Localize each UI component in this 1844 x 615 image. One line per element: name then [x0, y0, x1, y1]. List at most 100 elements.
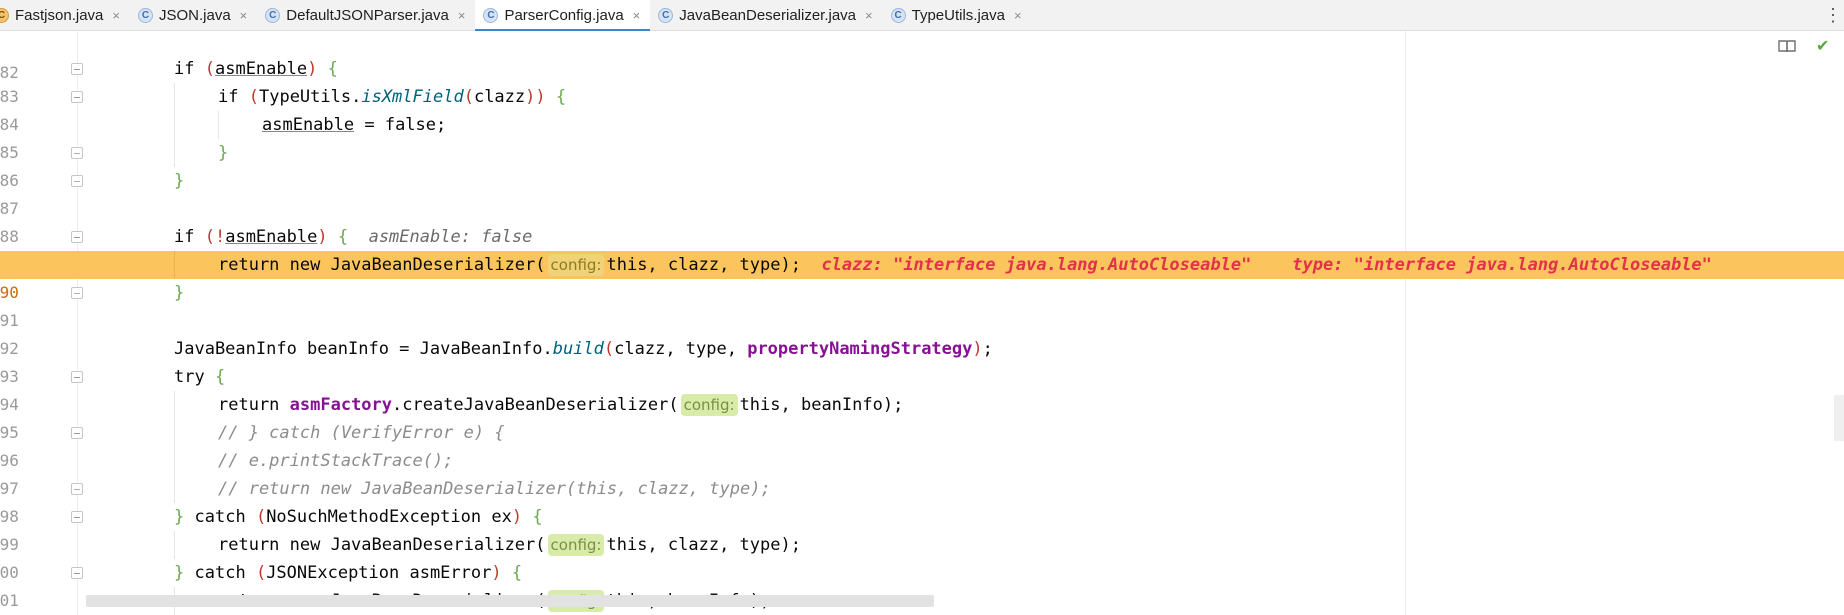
fold-end-icon[interactable] [71, 175, 83, 187]
code-line[interactable]: 001 } catch (JSONException asmError) { [0, 559, 1844, 610]
editor-tab-bar: C Fastjson.java × C JSON.java × C Defaul… [0, 0, 1844, 32]
code-line[interactable]: 994 try { [0, 363, 1844, 414]
code-text: } catch (JSONException asmError) { [174, 563, 523, 583]
keyword: if [218, 87, 239, 107]
variable: asmEnable [262, 115, 355, 135]
code-text: JavaBeanInfo beanInfo = JavaBeanInfo.bui… [174, 339, 993, 359]
field-name: asmFactory [289, 395, 393, 415]
code-text: } [174, 283, 185, 303]
java-file-icon: C [0, 8, 9, 23]
code-text: } [218, 143, 229, 163]
fold-toggle-icon[interactable] [71, 63, 83, 75]
code-line[interactable]: 986 } [0, 139, 1844, 190]
code-line[interactable]: 991 } [0, 279, 1844, 330]
code-part: this, clazz, type); [606, 535, 801, 555]
code-text: if (asmEnable) { [174, 59, 338, 79]
tab-defaultjsonparser[interactable]: C DefaultJSONParser.java × [257, 0, 475, 31]
code-line[interactable]: 995 return asmFactory.createJavaBeanDese… [0, 391, 1844, 442]
java-class-icon: C [483, 8, 499, 23]
fold-toggle-icon[interactable] [71, 427, 83, 439]
fold-end-icon[interactable] [71, 483, 83, 495]
code-line[interactable]: 998 // return new JavaBeanDeserializer(t… [0, 475, 1844, 526]
method-name: build [552, 339, 604, 359]
tab-label: Fastjson.java [15, 7, 104, 24]
tab-label: ParserConfig.java [504, 7, 624, 24]
argument: clazz [473, 87, 526, 107]
code-line[interactable]: 992 [0, 307, 1844, 358]
java-class-icon: C [658, 8, 674, 23]
code-text: if (!asmEnable) { asmEnable: false [174, 227, 533, 247]
tab-typeutils[interactable]: C TypeUtils.java × [883, 0, 1032, 31]
tab-javabeandeserializer[interactable]: C JavaBeanDeserializer.java × [650, 0, 882, 31]
code-line[interactable]: 997 // e.printStackTrace(); [0, 447, 1844, 498]
close-icon[interactable]: × [240, 8, 248, 23]
keyword: if [174, 59, 195, 79]
code-part: return new JavaBeanDeserializer( [218, 535, 546, 555]
tab-fastjson[interactable]: C Fastjson.java × [0, 0, 130, 31]
vertical-scrollbar-thumb[interactable] [1834, 395, 1844, 441]
code-text: return asmFactory.createJavaBeanDeserial… [218, 391, 903, 419]
code-comment: // return new JavaBeanDeserializer(this,… [218, 479, 771, 499]
debug-inline-value: type: "interface java.lang.AutoCloseable… [1292, 255, 1712, 275]
code-part: this, clazz, type); [606, 255, 801, 275]
close-icon[interactable]: × [1014, 8, 1022, 23]
fold-end-icon[interactable] [71, 287, 83, 299]
more-tabs-menu-icon[interactable]: ⋮ [1824, 4, 1842, 26]
argument: NoSuchMethodException ex [266, 507, 512, 527]
keyword: try [174, 367, 205, 387]
code-text: return new JavaBeanDeserializer(config:t… [218, 251, 1712, 279]
code-line[interactable]: 993 JavaBeanInfo beanInfo = JavaBeanInfo… [0, 335, 1844, 386]
close-icon[interactable]: × [633, 8, 641, 23]
code-part: return [218, 395, 290, 415]
fold-end-icon[interactable] [71, 147, 83, 159]
code-comment: // e.printStackTrace(); [218, 451, 454, 471]
code-line[interactable]: 996 // } catch (VerifyError e) { [0, 419, 1844, 470]
code-text: } catch (NoSuchMethodException ex) { [174, 507, 543, 527]
fold-toggle-icon[interactable] [71, 511, 83, 523]
debug-inline-value: clazz: "interface java.lang.AutoCloseabl… [821, 255, 1252, 275]
code-part: .createJavaBeanDeserializer( [392, 395, 679, 415]
horizontal-scrollbar[interactable] [86, 595, 934, 607]
code-rest: = false; [354, 115, 447, 135]
tab-parserconfig[interactable]: C ParserConfig.java × [475, 0, 651, 32]
code-line[interactable]: 984 if (TypeUtils.isXmlField(clazz)) { [0, 83, 1844, 134]
code-line[interactable]: 989 if (!asmEnable) { asmEnable: false [0, 223, 1844, 274]
code-comment: // } catch (VerifyError e) { [218, 423, 505, 443]
code-part: return new JavaBeanDeserializer( [218, 255, 546, 275]
close-icon[interactable]: × [865, 8, 873, 23]
close-icon[interactable]: × [458, 8, 466, 23]
tab-label: JSON.java [158, 7, 231, 24]
code-line[interactable]: 999 } catch (NoSuchMethodException ex) { [0, 503, 1844, 554]
fold-toggle-icon[interactable] [71, 371, 83, 383]
keyword: catch [194, 507, 246, 527]
code-line[interactable]: 985 asmEnable = false; [0, 111, 1844, 162]
java-class-icon: C [890, 8, 906, 23]
keyword: if [174, 227, 195, 247]
argument: JSONException asmError [266, 563, 492, 583]
code-line[interactable]: 983 if (asmEnable) { [0, 55, 1844, 106]
class-name: TypeUtils. [258, 87, 362, 107]
code-line[interactable]: 987 } [0, 167, 1844, 218]
field-name: propertyNamingStrategy [747, 339, 973, 359]
code-part: clazz, type, [614, 339, 748, 359]
tab-json[interactable]: C JSON.java × [130, 0, 257, 31]
code-part: JavaBeanInfo beanInfo = JavaBeanInfo. [174, 339, 553, 359]
tab-label: TypeUtils.java [911, 7, 1005, 24]
fold-toggle-icon[interactable] [71, 231, 83, 243]
code-text: try { [174, 367, 226, 387]
code-part: this, beanInfo); [739, 395, 904, 415]
variable: asmEnable [225, 227, 318, 247]
fold-toggle-icon[interactable] [71, 567, 83, 579]
parameter-hint: config: [680, 394, 738, 416]
fold-toggle-icon[interactable] [71, 91, 83, 103]
keyword: catch [194, 563, 246, 583]
close-icon[interactable]: × [112, 8, 120, 23]
method-name: isXmlField [361, 87, 464, 107]
code-line[interactable]: 000 return new JavaBeanDeserializer(conf… [0, 531, 1844, 582]
tab-label: JavaBeanDeserializer.java [679, 7, 857, 24]
code-line[interactable]: 988 [0, 195, 1844, 246]
current-execution-line[interactable]: 990 return new JavaBeanDeserializer(conf… [0, 251, 1844, 302]
debug-inline-value: asmEnable: false [368, 227, 533, 247]
code-text: return new JavaBeanDeserializer(config:t… [218, 531, 801, 559]
code-editor[interactable]: ✔ 982 983 if (asmEnable) { 984 if (TypeU… [0, 31, 1844, 615]
